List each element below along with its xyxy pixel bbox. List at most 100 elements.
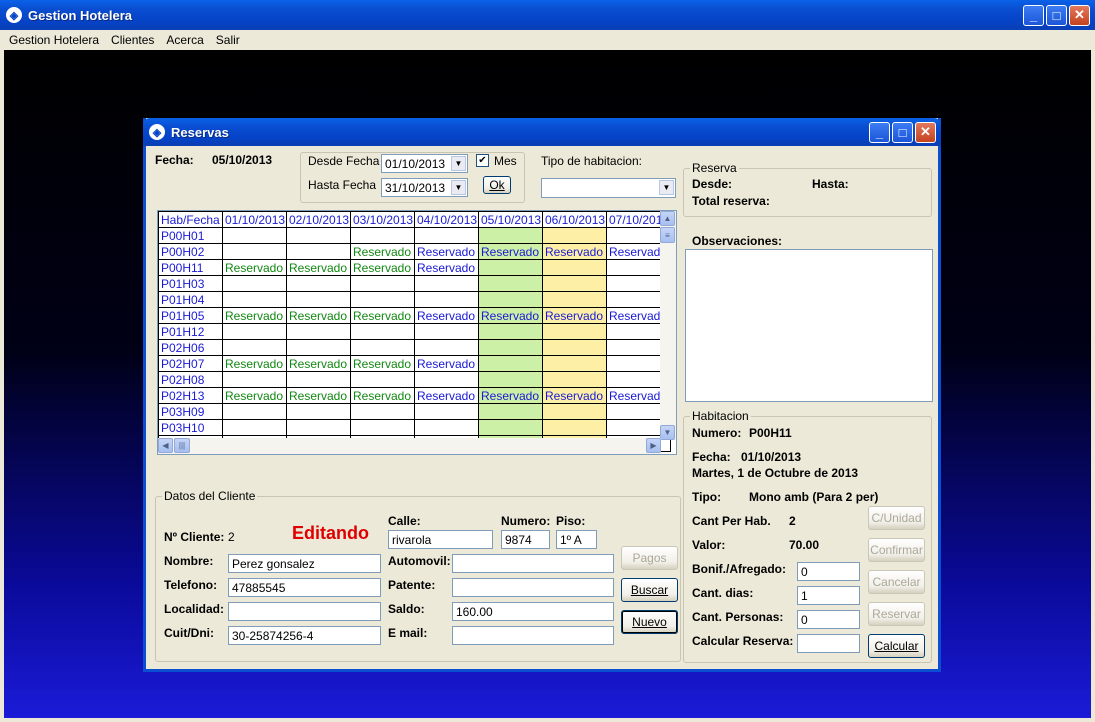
- reservation-cell[interactable]: Reservado: [286, 259, 351, 276]
- reservation-cell[interactable]: [350, 371, 415, 388]
- reservation-cell[interactable]: [350, 291, 415, 308]
- room-cell[interactable]: P02H07: [158, 355, 223, 372]
- reservation-cell[interactable]: [222, 403, 287, 420]
- reservation-cell[interactable]: [542, 291, 607, 308]
- reservation-cell[interactable]: Reservado: [542, 243, 607, 260]
- piso-input[interactable]: 1º A: [556, 530, 597, 549]
- vertical-scrollbar[interactable]: ▲ ≡ ▼: [660, 211, 676, 440]
- reservation-cell[interactable]: [478, 403, 543, 420]
- nuevo-button[interactable]: Nuevo: [621, 610, 678, 634]
- reservation-cell[interactable]: [478, 291, 543, 308]
- reservation-cell[interactable]: Reservado: [222, 355, 287, 372]
- scroll-right-icon[interactable]: ▶: [646, 438, 661, 453]
- reservation-cell[interactable]: [542, 275, 607, 292]
- calle-input[interactable]: rivarola: [388, 530, 493, 549]
- reservation-cell[interactable]: Reservado: [414, 243, 479, 260]
- reservation-cell[interactable]: Reservado: [542, 387, 607, 404]
- reservation-cell[interactable]: [478, 323, 543, 340]
- main-title-bar[interactable]: ◈ Gestion Hotelera _ □ ✕: [0, 0, 1095, 30]
- reservation-cell[interactable]: [286, 403, 351, 420]
- reservation-cell[interactable]: Reservado: [414, 259, 479, 276]
- reservation-cell[interactable]: [478, 227, 543, 244]
- dialog-maximize-button[interactable]: □: [892, 121, 913, 143]
- reservation-cell[interactable]: [222, 275, 287, 292]
- reservation-cell[interactable]: Reservado: [414, 307, 479, 324]
- room-cell[interactable]: P00H01: [158, 227, 223, 244]
- scroll-thumb[interactable]: ≡: [660, 227, 675, 243]
- reservation-cell[interactable]: [350, 339, 415, 356]
- cant-personas-input[interactable]: 0: [797, 610, 860, 629]
- reservation-cell[interactable]: [222, 419, 287, 436]
- reservation-cell[interactable]: [222, 243, 287, 260]
- scroll-down-icon[interactable]: ▼: [660, 425, 675, 440]
- menu-salir[interactable]: Salir: [216, 33, 240, 47]
- room-cell[interactable]: P02H08: [158, 371, 223, 388]
- cancelar-button[interactable]: Cancelar: [868, 570, 925, 594]
- table-row[interactable]: P03H09: [158, 403, 671, 420]
- reservation-cell[interactable]: Reservado: [478, 307, 543, 324]
- reservation-cell[interactable]: [478, 339, 543, 356]
- menu-acerca[interactable]: Acerca: [166, 33, 203, 47]
- menu-gestion-hotelera[interactable]: Gestion Hotelera: [9, 33, 99, 47]
- room-cell[interactable]: P02H13: [158, 387, 223, 404]
- reservation-cell[interactable]: Reservado: [478, 387, 543, 404]
- reservation-cell[interactable]: [542, 371, 607, 388]
- reservation-cell[interactable]: [222, 339, 287, 356]
- reservation-cell[interactable]: Reservado: [350, 243, 415, 260]
- reservation-cell[interactable]: [542, 355, 607, 372]
- cunidad-button[interactable]: C/Unidad: [868, 506, 925, 530]
- reservation-cell[interactable]: Reservado: [350, 259, 415, 276]
- table-row[interactable]: P02H08: [158, 371, 671, 388]
- reservas-title-bar[interactable]: ◈ Reservas _ □ ✕: [143, 118, 941, 146]
- reservation-cell[interactable]: [414, 339, 479, 356]
- table-row[interactable]: P02H13 Reservado Reservado Reservado Reserva…: [158, 387, 671, 404]
- reservation-cell[interactable]: [414, 275, 479, 292]
- reservation-cell[interactable]: [350, 403, 415, 420]
- table-row[interactable]: P01H04: [158, 291, 671, 308]
- horizontal-scrollbar[interactable]: ◀ ||| ▶: [158, 438, 661, 454]
- desde-fecha-picker[interactable]: 01/10/2013 ▼: [381, 154, 468, 173]
- reservation-cell[interactable]: [542, 419, 607, 436]
- reservation-cell[interactable]: [350, 419, 415, 436]
- reservation-cell[interactable]: Reservado: [222, 387, 287, 404]
- menu-clientes[interactable]: Clientes: [111, 33, 154, 47]
- reservation-cell[interactable]: [414, 291, 479, 308]
- table-row[interactable]: P01H05 Reservado Reservado Reservado Reserva…: [158, 307, 671, 324]
- room-cell[interactable]: P01H04: [158, 291, 223, 308]
- reservation-cell[interactable]: Reservado: [350, 387, 415, 404]
- pagos-button[interactable]: Pagos: [621, 546, 678, 570]
- reservation-cell[interactable]: [350, 275, 415, 292]
- reservation-cell[interactable]: [222, 323, 287, 340]
- room-cell[interactable]: P01H03: [158, 275, 223, 292]
- reservation-cell[interactable]: Reservado: [542, 307, 607, 324]
- hscroll-thumb[interactable]: |||: [174, 438, 190, 453]
- reservations-grid[interactable]: Hab/Fecha 01/10/2013 02/10/2013 03/10/2013 0…: [157, 210, 677, 455]
- reservation-cell[interactable]: [414, 371, 479, 388]
- reservation-cell[interactable]: [542, 323, 607, 340]
- reservation-cell[interactable]: [286, 227, 351, 244]
- reservation-cell[interactable]: Reservado: [286, 387, 351, 404]
- chevron-down-icon[interactable]: ▼: [659, 180, 674, 195]
- buscar-button[interactable]: Buscar: [621, 578, 678, 602]
- scroll-up-icon[interactable]: ▲: [660, 211, 675, 226]
- reservation-cell[interactable]: [286, 419, 351, 436]
- reservation-cell[interactable]: [414, 227, 479, 244]
- table-row[interactable]: P01H03: [158, 275, 671, 292]
- reservation-cell[interactable]: [478, 355, 543, 372]
- reservation-cell[interactable]: Reservado: [478, 243, 543, 260]
- automovil-input[interactable]: [452, 554, 614, 573]
- table-row[interactable]: P01H12: [158, 323, 671, 340]
- tipo-habitacion-select[interactable]: ▼: [541, 178, 676, 198]
- reservation-cell[interactable]: [286, 323, 351, 340]
- reservation-cell[interactable]: [478, 275, 543, 292]
- room-cell[interactable]: P03H09: [158, 403, 223, 420]
- reservation-cell[interactable]: Reservado: [286, 307, 351, 324]
- reservation-cell[interactable]: Reservado: [222, 307, 287, 324]
- confirmar-button[interactable]: Confirmar: [868, 538, 925, 562]
- numero-input[interactable]: 9874: [501, 530, 550, 549]
- reservation-cell[interactable]: [286, 275, 351, 292]
- reservation-cell[interactable]: [478, 371, 543, 388]
- reservation-cell[interactable]: [478, 259, 543, 276]
- reservation-cell[interactable]: [542, 259, 607, 276]
- reservation-cell[interactable]: [286, 291, 351, 308]
